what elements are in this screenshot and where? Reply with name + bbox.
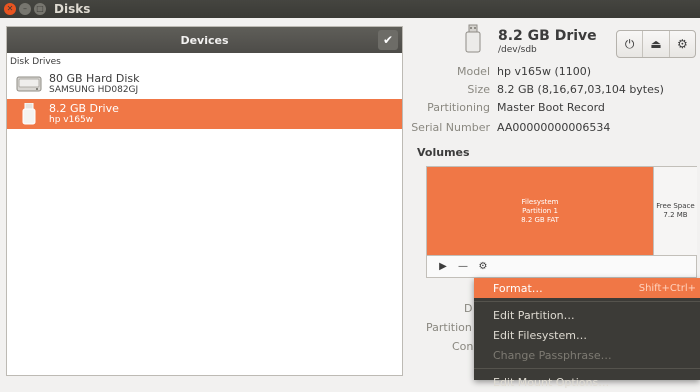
- window-title: Disks: [54, 2, 91, 16]
- free-space-label: Free Space: [656, 202, 695, 210]
- gear-icon: ⚙: [676, 37, 688, 51]
- serial-number-label: Serial Number: [411, 121, 490, 134]
- select-mode-button[interactable]: ✔: [378, 30, 398, 50]
- drive-toolbar: ⏻ ⏏ ⚙: [616, 30, 696, 58]
- partition-size: 8.2 GB FAT: [521, 215, 559, 224]
- menu-item-shortcut: Shift+Ctrl+: [638, 282, 696, 294]
- menu-item-label: Edit Partition…: [493, 308, 575, 322]
- drive-item-usb-drive[interactable]: 8.2 GB Drive hp v165w: [7, 99, 402, 129]
- gears-icon: ⚙: [478, 261, 488, 272]
- partition-options-button[interactable]: ⚙: [473, 258, 493, 276]
- checkmark-icon: ✔: [382, 33, 394, 47]
- menu-item-edit-filesystem[interactable]: Edit Filesystem…: [474, 325, 700, 345]
- partitioning-value: Master Boot Record: [497, 101, 605, 114]
- drive-model: hp v165w: [49, 114, 94, 125]
- size-label: Size: [467, 83, 490, 96]
- play-icon: ▶: [439, 261, 447, 272]
- serial-number-value: AA00000000006534: [497, 121, 611, 134]
- delete-partition-button[interactable]: —: [453, 258, 473, 276]
- volumes-title: Volumes: [417, 146, 470, 159]
- hard-disk-icon: [15, 73, 43, 95]
- partition-1-block[interactable]: Filesystem Partition 1 8.2 GB FAT: [427, 167, 653, 255]
- partition-options-menu: Format… Shift+Ctrl+ Edit Partition… Edit…: [474, 278, 700, 389]
- volume-toolbar: ▶ — ⚙: [427, 255, 696, 277]
- free-space-block[interactable]: Free Space 7.2 MB: [653, 167, 697, 255]
- mount-button[interactable]: ▶: [433, 258, 453, 276]
- menu-separator: [474, 301, 700, 302]
- menu-item-label: Edit Mount Options…: [493, 375, 610, 389]
- partition-name: Partition 1: [522, 206, 558, 215]
- power-icon: ⏻: [624, 36, 635, 51]
- drive-name: 80 GB Hard Disk: [49, 71, 140, 85]
- devices-header-label: Devices: [180, 33, 229, 47]
- eject-icon: ⏏: [650, 37, 662, 51]
- close-window-button[interactable]: ✕: [4, 3, 16, 15]
- device-path: /dev/sdb: [498, 45, 537, 55]
- menu-item-label: Edit Filesystem…: [493, 328, 587, 342]
- menu-separator: [474, 368, 700, 369]
- menu-item-edit-mount-options[interactable]: Edit Mount Options…: [474, 372, 700, 392]
- menu-item-edit-partition[interactable]: Edit Partition…: [474, 305, 700, 325]
- maximize-window-button[interactable]: □: [34, 3, 46, 15]
- eject-button[interactable]: ⏏: [643, 31, 670, 57]
- partition-type: Filesystem: [521, 197, 559, 206]
- menu-item-label: Format…: [493, 281, 543, 295]
- menu-item-change-passphrase: Change Passphrase…: [474, 345, 700, 365]
- model-value: hp v165w (1100): [497, 65, 592, 78]
- obscured-label-partition: Partition: [426, 321, 472, 334]
- minus-icon: —: [458, 261, 468, 272]
- volumes-map: Filesystem Partition 1 8.2 GB FAT Free S…: [426, 166, 697, 278]
- drive-model: SAMSUNG HD082GJ: [49, 84, 139, 95]
- power-off-button[interactable]: ⏻: [617, 31, 644, 57]
- usb-drive-icon: [462, 24, 484, 54]
- drive-options-button[interactable]: ⚙: [670, 31, 695, 57]
- size-value: 8.2 GB (8,16,67,03,104 bytes): [497, 83, 664, 96]
- drive-item-hard-disk[interactable]: 80 GB Hard Disk SAMSUNG HD082GJ: [7, 69, 402, 99]
- drive-name: 8.2 GB Drive: [49, 101, 119, 115]
- section-label-disk-drives: Disk Drives: [10, 57, 61, 67]
- model-label: Model: [456, 65, 490, 78]
- minimize-window-button[interactable]: –: [19, 3, 31, 15]
- obscured-label-con: Con: [452, 340, 474, 353]
- free-space-size: 7.2 MB: [663, 211, 688, 219]
- menu-item-label: Change Passphrase…: [493, 348, 612, 362]
- usb-drive-icon: [15, 103, 43, 125]
- device-title: 8.2 GB Drive: [498, 28, 597, 44]
- devices-panel: Devices ✔ Disk Drives 80 GB Hard Disk SA…: [6, 26, 403, 376]
- menu-item-format[interactable]: Format… Shift+Ctrl+: [474, 278, 700, 298]
- obscured-label-d: D: [464, 302, 473, 315]
- devices-header: Devices ✔: [7, 27, 402, 53]
- title-bar: ✕ – □ Disks: [0, 0, 700, 18]
- partitioning-label: Partitioning: [427, 101, 490, 114]
